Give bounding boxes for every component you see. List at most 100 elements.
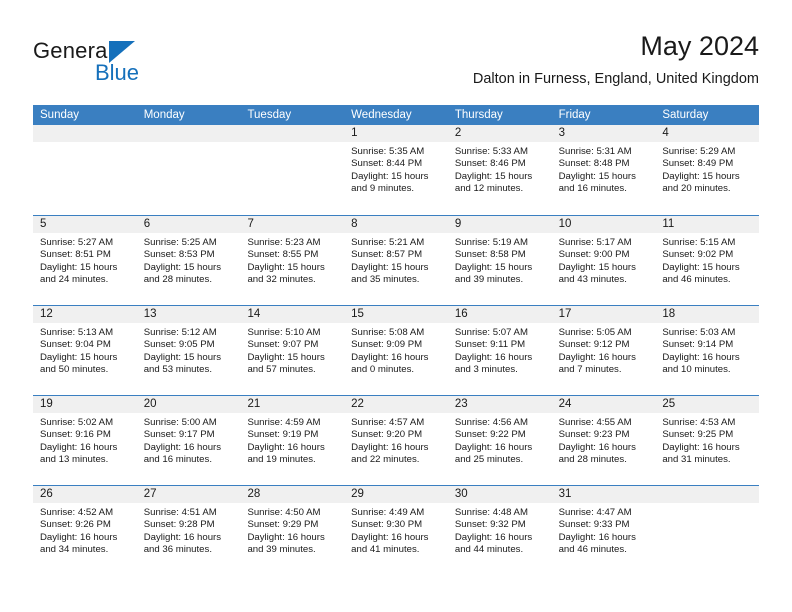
sunset-text: Sunset: 8:49 PM [662,158,734,170]
day-cell-31[interactable]: 31 Sunrise: 4:47 AM Sunset: 9:33 PM Dayligh… [551,486,656,575]
day-cell-23[interactable]: 23 Sunrise: 4:56 AM Sunset: 9:22 PM Dayligh… [447,396,552,485]
sunset-text: Sunset: 9:30 PM [351,519,423,531]
day-cell-28[interactable]: 28 Sunrise: 4:50 AM Sunset: 9:29 PM Dayligh… [240,486,345,575]
day-number: 17 [551,306,656,323]
day-cell-1[interactable]: 1 Sunrise: 5:35 AM Sunset: 8:44 PM Daylight… [344,125,448,215]
day-sun-info: Sunrise: 4:52 AM Sunset: 9:26 PM Daylight:… [33,503,137,557]
daylight-text: Daylight: 15 hours and 12 minutes. [454,170,533,195]
sunrise-text: Sunrise: 4:56 AM [454,417,528,428]
day-cell-6[interactable]: 6 Sunrise: 5:25 AM Sunset: 8:53 PM Daylight… [136,216,241,305]
day-cell-16[interactable]: 16 Sunrise: 5:07 AM Sunset: 9:11 PM Dayligh… [447,306,552,395]
calendar-week-row: 19 Sunrise: 5:02 AM Sunset: 9:16 PM Dayligh… [33,395,760,485]
day-number [33,125,137,142]
daylight-text: Daylight: 16 hours and 34 minutes. [40,531,118,556]
sunrise-text: Sunrise: 5:23 AM [247,237,321,248]
day-cell-24[interactable]: 24 Sunrise: 4:55 AM Sunset: 9:23 PM Dayligh… [551,396,656,485]
daylight-text: Daylight: 16 hours and 13 minutes. [40,441,118,466]
sunrise-text: Sunrise: 5:07 AM [454,327,528,338]
day-cell-18[interactable]: 18 Sunrise: 5:03 AM Sunset: 9:14 PM Dayligh… [655,306,760,395]
day-number: 7 [240,216,345,233]
calendar-page: General Blue May 2024 Dalton in Furness,… [0,0,792,612]
day-cell-15[interactable]: 15 Sunrise: 5:08 AM Sunset: 9:09 PM Dayligh… [344,306,448,395]
daylight-text: Daylight: 15 hours and 43 minutes. [558,261,636,286]
daylight-text: Daylight: 15 hours and 20 minutes. [662,170,740,195]
sunrise-text: Sunrise: 4:57 AM [351,417,425,428]
daylight-text: Daylight: 16 hours and 39 minutes. [247,531,325,556]
day-number: 24 [551,396,656,413]
sunset-text: Sunset: 9:22 PM [454,429,526,441]
day-cell-19[interactable]: 19 Sunrise: 5:02 AM Sunset: 9:16 PM Dayligh… [33,396,137,485]
sunset-text: Sunset: 8:48 PM [558,158,630,170]
day-cell-3[interactable]: 3 Sunrise: 5:31 AM Sunset: 8:48 PM Daylight… [551,125,656,215]
day-cell-20[interactable]: 20 Sunrise: 5:00 AM Sunset: 9:17 PM Dayligh… [136,396,241,485]
day-cell-22[interactable]: 22 Sunrise: 4:57 AM Sunset: 9:20 PM Dayligh… [344,396,448,485]
day-cell-27[interactable]: 27 Sunrise: 4:51 AM Sunset: 9:28 PM Dayligh… [136,486,241,575]
daylight-text: Daylight: 16 hours and 28 minutes. [558,441,636,466]
day-number: 9 [447,216,552,233]
day-sun-info: Sunrise: 5:12 AM Sunset: 9:05 PM Daylight:… [137,323,241,377]
day-sun-info: Sunrise: 5:25 AM Sunset: 8:53 PM Daylight:… [137,233,241,287]
daylight-text: Daylight: 16 hours and 36 minutes. [143,531,222,556]
page-header: General Blue May 2024 Dalton in Furness,… [33,30,759,94]
day-cell-11[interactable]: 11 Sunrise: 5:15 AM Sunset: 9:02 PM Dayligh… [655,216,760,305]
sunset-text: Sunset: 9:19 PM [247,429,319,441]
sunrise-text: Sunrise: 5:27 AM [40,237,114,248]
day-cell-2[interactable]: 2 Sunrise: 5:33 AM Sunset: 8:46 PM Daylight… [447,125,552,215]
day-sun-info: Sunrise: 5:05 AM Sunset: 9:12 PM Daylight:… [552,323,656,377]
day-sun-info: Sunrise: 4:55 AM Sunset: 9:23 PM Daylight:… [552,413,656,467]
sunrise-text: Sunrise: 4:53 AM [662,417,736,428]
day-cell-7[interactable]: 7 Sunrise: 5:23 AM Sunset: 8:55 PM Daylight… [240,216,345,305]
day-sun-info: Sunrise: 5:07 AM Sunset: 9:11 PM Daylight:… [448,323,552,377]
day-sun-info: Sunrise: 4:56 AM Sunset: 9:22 PM Daylight:… [448,413,552,467]
day-cell-25[interactable]: 25 Sunrise: 4:53 AM Sunset: 9:25 PM Dayligh… [655,396,760,485]
day-cell-4[interactable]: 4 Sunrise: 5:29 AM Sunset: 8:49 PM Daylight… [655,125,760,215]
day-number: 6 [136,216,241,233]
day-number: 5 [33,216,137,233]
day-cell-5[interactable]: 5 Sunrise: 5:27 AM Sunset: 8:51 PM Daylight… [33,216,137,305]
weekday-header-tuesday: Tuesday [247,109,292,121]
day-cell-30[interactable]: 30 Sunrise: 4:48 AM Sunset: 9:32 PM Dayligh… [447,486,552,575]
weekday-header-thursday: Thursday [454,109,503,121]
day-number: 27 [136,486,241,503]
sunset-text: Sunset: 9:12 PM [558,339,630,351]
day-sun-info: Sunrise: 5:33 AM Sunset: 8:46 PM Daylight:… [448,142,552,196]
day-number: 14 [240,306,345,323]
day-sun-info: Sunrise: 5:03 AM Sunset: 9:14 PM Daylight:… [655,323,759,377]
day-cell-21[interactable]: 21 Sunrise: 4:59 AM Sunset: 9:19 PM Dayligh… [240,396,345,485]
calendar-week-row: 12 Sunrise: 5:13 AM Sunset: 9:04 PM Dayligh… [33,305,760,395]
sunset-text: Sunset: 8:46 PM [454,158,526,170]
daylight-text: Daylight: 16 hours and 31 minutes. [662,441,740,466]
sunrise-text: Sunrise: 5:03 AM [662,327,736,338]
daylight-text: Daylight: 16 hours and 7 minutes. [558,351,636,376]
day-cell-12[interactable]: 12 Sunrise: 5:13 AM Sunset: 9:04 PM Dayligh… [33,306,137,395]
sunrise-text: Sunrise: 5:33 AM [454,146,528,157]
sunrise-text: Sunrise: 4:59 AM [247,417,321,428]
day-sun-info: Sunrise: 4:59 AM Sunset: 9:19 PM Daylight:… [240,413,344,467]
daylight-text: Daylight: 16 hours and 44 minutes. [454,531,533,556]
sunset-text: Sunset: 9:07 PM [247,339,319,351]
day-cell-14[interactable]: 14 Sunrise: 5:10 AM Sunset: 9:07 PM Dayligh… [240,306,345,395]
calendar-weeks: 1 Sunrise: 5:35 AM Sunset: 8:44 PM Daylight… [33,125,760,575]
day-number: 26 [33,486,137,503]
day-number: 22 [344,396,448,413]
day-number: 29 [344,486,448,503]
day-sun-info: Sunrise: 4:51 AM Sunset: 9:28 PM Daylight:… [137,503,241,557]
day-sun-info: Sunrise: 4:48 AM Sunset: 9:32 PM Daylight:… [448,503,552,557]
day-sun-info: Sunrise: 5:19 AM Sunset: 8:58 PM Daylight:… [448,233,552,287]
daylight-text: Daylight: 16 hours and 0 minutes. [351,351,429,376]
sunrise-text: Sunrise: 5:15 AM [662,237,736,248]
day-sun-info: Sunrise: 4:47 AM Sunset: 9:33 PM Daylight:… [552,503,656,557]
sunrise-text: Sunrise: 4:55 AM [558,417,632,428]
day-cell-26[interactable]: 26 Sunrise: 4:52 AM Sunset: 9:26 PM Dayligh… [33,486,137,575]
day-cell-17[interactable]: 17 Sunrise: 5:05 AM Sunset: 9:12 PM Dayligh… [551,306,656,395]
day-cell-10[interactable]: 10 Sunrise: 5:17 AM Sunset: 9:00 PM Dayligh… [551,216,656,305]
day-cell-9[interactable]: 9 Sunrise: 5:19 AM Sunset: 8:58 PM Daylight… [447,216,552,305]
day-cell-8[interactable]: 8 Sunrise: 5:21 AM Sunset: 8:57 PM Daylight… [344,216,448,305]
weekday-header-friday: Friday [558,109,591,121]
day-cell-13[interactable]: 13 Sunrise: 5:12 AM Sunset: 9:05 PM Dayligh… [136,306,241,395]
day-cell-29[interactable]: 29 Sunrise: 4:49 AM Sunset: 9:30 PM Dayligh… [344,486,448,575]
general-blue-logo[interactable]: General Blue [33,38,273,94]
sunrise-text: Sunrise: 5:08 AM [351,327,425,338]
sunset-text: Sunset: 9:09 PM [351,339,423,351]
sunset-text: Sunset: 9:25 PM [662,429,734,441]
